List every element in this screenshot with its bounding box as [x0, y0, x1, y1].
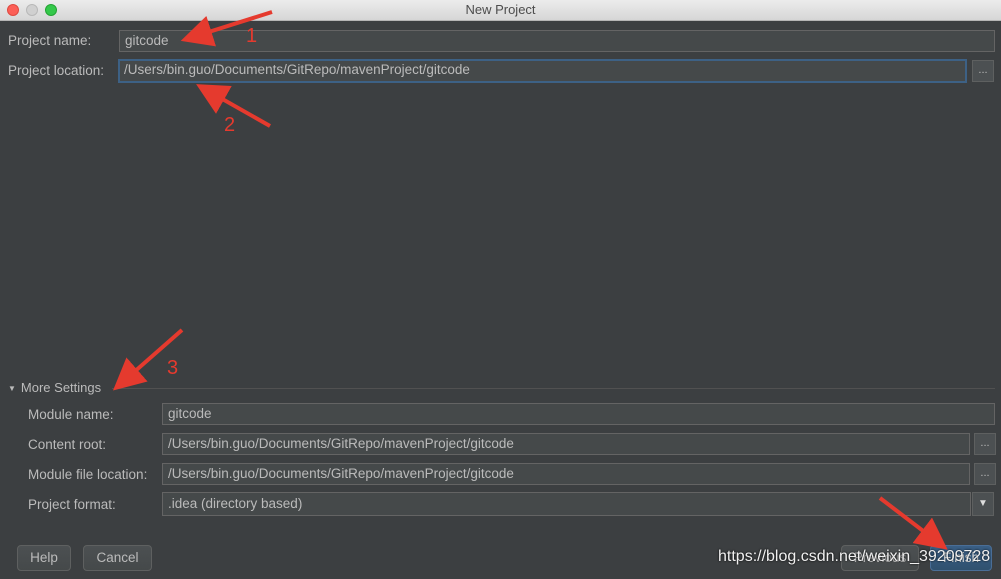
annotation-number-3: 3 — [167, 357, 179, 379]
watermark: https://blog.csdn.net/weixin_39209728 — [718, 548, 991, 565]
annotation-arrow-2 — [196, 84, 271, 128]
annotation-arrow-1 — [180, 10, 273, 47]
annotation-arrows — [112, 10, 948, 550]
annotation-number-2: 2 — [224, 114, 236, 136]
annotation-arrow-4 — [878, 496, 948, 550]
annotation-number-1: 1 — [246, 25, 258, 47]
